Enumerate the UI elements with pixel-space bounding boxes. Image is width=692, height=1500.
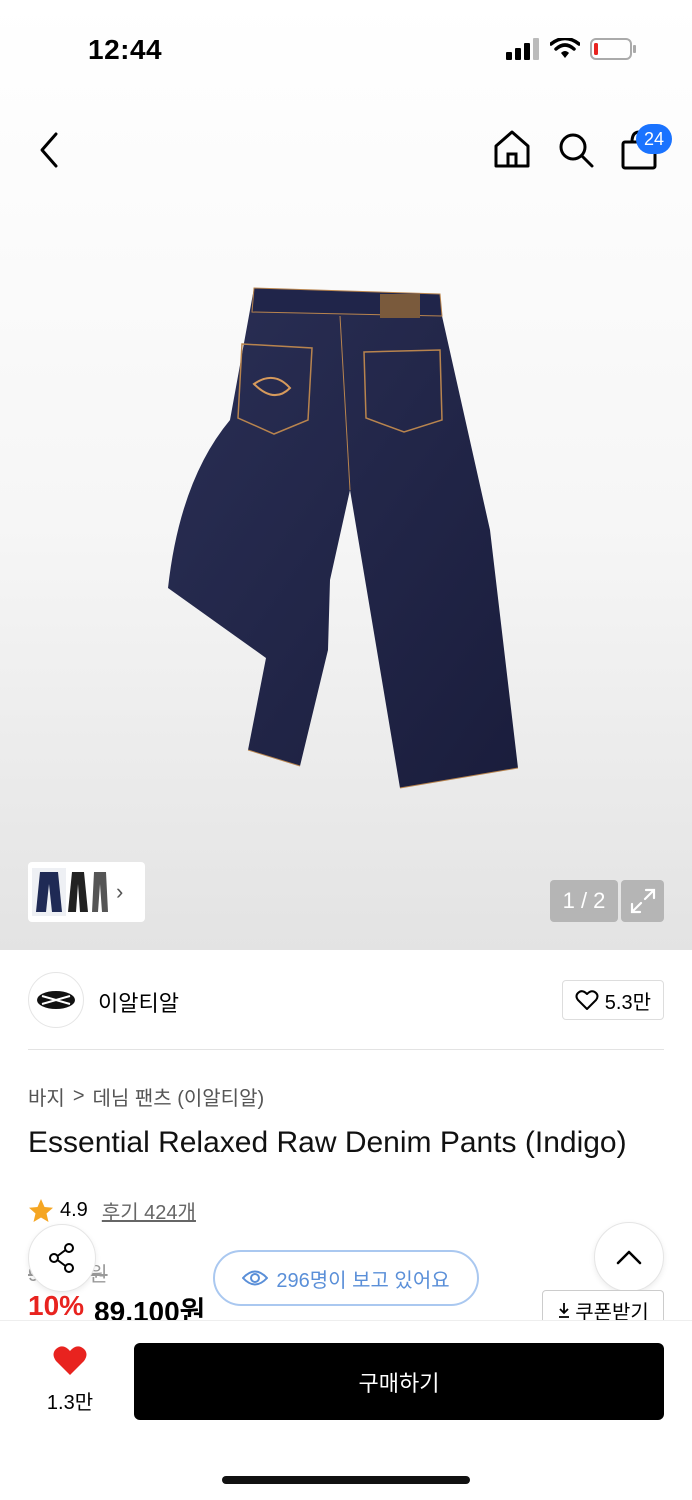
star-icon bbox=[29, 1198, 53, 1222]
wifi-icon bbox=[550, 38, 580, 58]
thumbnail-indigo[interactable] bbox=[32, 868, 66, 916]
signal-icon bbox=[506, 38, 539, 60]
thumbnail-black[interactable] bbox=[66, 868, 90, 916]
thumbnail-strip[interactable]: › bbox=[28, 862, 145, 922]
brand-like-button[interactable]: 5.3만 bbox=[561, 980, 664, 1020]
breadcrumb-separator: > bbox=[72, 1085, 85, 1107]
status-bar: 12:44 bbox=[0, 0, 692, 100]
product-title: Essential Relaxed Raw Denim Pants (Indig… bbox=[28, 1126, 627, 1159]
viewers-text: 296명이 보고 있어요 bbox=[276, 1269, 450, 1292]
brand-name[interactable]: 이알티알 bbox=[98, 986, 179, 1018]
scroll-top-button[interactable] bbox=[594, 1222, 664, 1292]
breadcrumb-subcategory[interactable]: 데님 팬츠 (이알티알) bbox=[93, 1082, 265, 1111]
heart-outline-icon bbox=[575, 990, 599, 1010]
reviews-link[interactable]: 후기 424개 bbox=[102, 1196, 196, 1225]
top-nav bbox=[0, 120, 692, 180]
chevron-up-icon bbox=[616, 1250, 642, 1265]
brand-like-count: 5.3만 bbox=[604, 991, 651, 1014]
share-icon bbox=[49, 1243, 74, 1273]
expand-icon[interactable] bbox=[621, 880, 664, 922]
eye-icon bbox=[242, 1270, 269, 1286]
heart-filled-icon bbox=[53, 1346, 87, 1375]
image-counter: 1 / 2 bbox=[550, 880, 618, 922]
cart-badge: 24 bbox=[636, 124, 672, 154]
viewers-pill: 296명이 보고 있어요 bbox=[213, 1250, 479, 1306]
brand-row: 이알티알 5.3만 bbox=[28, 972, 664, 1028]
buy-button[interactable]: 구매하기 bbox=[134, 1343, 664, 1420]
home-indicator bbox=[222, 1476, 470, 1484]
status-icons bbox=[506, 38, 636, 60]
wish-count: 1.3만 bbox=[46, 1392, 94, 1414]
bottom-action-bar: 1.3만 구매하기 bbox=[0, 1320, 692, 1500]
home-icon[interactable] bbox=[492, 128, 532, 170]
breadcrumb: 바지 > 데님 팬츠 (이알티알) bbox=[28, 1082, 264, 1111]
battery-icon bbox=[590, 38, 636, 60]
status-time: 12:44 bbox=[88, 34, 163, 65]
wish-button[interactable]: 1.3만 bbox=[40, 1345, 100, 1415]
chevron-right-icon[interactable]: › bbox=[116, 879, 123, 905]
brand-logo[interactable] bbox=[28, 972, 84, 1028]
download-icon bbox=[559, 1303, 570, 1318]
product-image[interactable] bbox=[150, 280, 530, 800]
rating-row: 4.9 후기 424개 bbox=[28, 1196, 196, 1225]
search-icon[interactable] bbox=[556, 130, 596, 170]
share-button[interactable] bbox=[28, 1224, 96, 1292]
divider bbox=[28, 1049, 664, 1050]
back-icon[interactable] bbox=[30, 128, 70, 172]
rating-value: 4.9 bbox=[60, 1199, 88, 1221]
thumbnail-grey[interactable] bbox=[90, 868, 110, 916]
breadcrumb-category[interactable]: 바지 bbox=[28, 1082, 65, 1111]
